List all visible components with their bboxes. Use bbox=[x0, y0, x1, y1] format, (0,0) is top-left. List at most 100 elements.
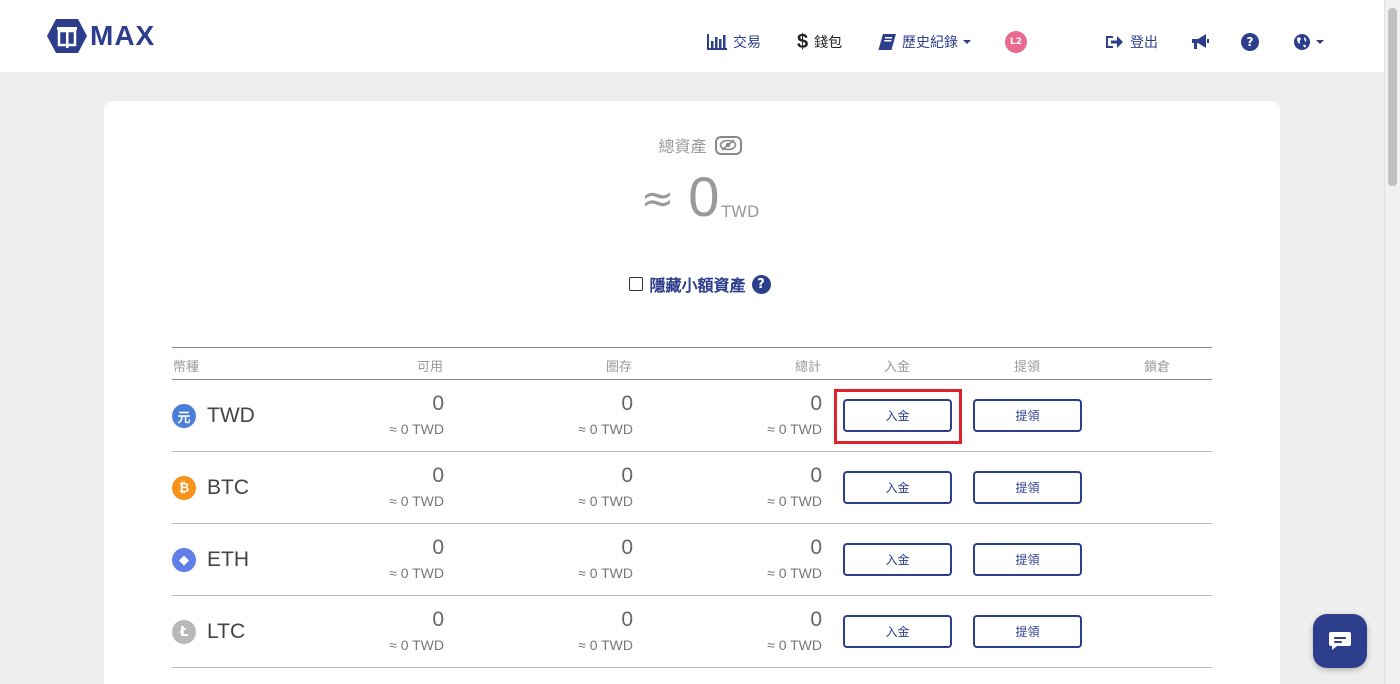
nav-wallet-label: 錢包 bbox=[814, 35, 843, 51]
coin-cell: Ł LTC bbox=[172, 620, 245, 644]
max-logo[interactable]: MAX bbox=[46, 18, 155, 54]
coin-symbol: LTC bbox=[207, 620, 246, 643]
locked-cell: 0 ≈ 0 TWD bbox=[513, 452, 633, 510]
hide-balance-toggle[interactable] bbox=[714, 135, 742, 155]
table-body: 元 TWD 0 ≈ 0 TWD 0 ≈ 0 TWD 0 ≈ 0 TWD 入金 提領 ₿ BTC 0 ≈ 0… bbox=[172, 380, 1212, 668]
available-cell: 0 ≈ 0 TWD bbox=[324, 596, 444, 654]
total-assets-header: 總資產 bbox=[0, 133, 1400, 157]
chevron-down-icon bbox=[1316, 40, 1324, 44]
twd-icon: 元 bbox=[172, 404, 196, 428]
col-lock: 鎖倉 bbox=[1144, 360, 1171, 375]
total-amount: 0 bbox=[810, 464, 822, 487]
locked-cell: 0 ≈ 0 TWD bbox=[513, 524, 633, 582]
btc-icon: ₿ bbox=[172, 476, 196, 500]
total-cell: 0 ≈ 0 TWD bbox=[702, 380, 822, 438]
coin-symbol: ETH bbox=[207, 548, 249, 571]
assets-table: 幣種 可用 圈存 總計 入金 提領 鎖倉 元 TWD 0 ≈ 0 TWD 0 ≈ 0 TW… bbox=[172, 347, 1212, 668]
coin-cell: 元 TWD bbox=[172, 404, 255, 428]
hide-small-assets-label[interactable]: 隱藏小額資產 bbox=[649, 272, 745, 296]
available-cell: 0 ≈ 0 TWD bbox=[324, 524, 444, 582]
eye-slash-icon bbox=[719, 139, 737, 151]
locked-twd: ≈ 0 TWD bbox=[578, 637, 633, 653]
bar-chart-icon bbox=[707, 34, 727, 50]
hide-small-assets-checkbox[interactable] bbox=[629, 277, 644, 291]
nav-history-label: 歷史紀錄 bbox=[902, 35, 958, 51]
nav-wallet[interactable]: $ 錢包 bbox=[797, 28, 842, 56]
coin-symbol: BTC bbox=[207, 476, 249, 499]
available-amount: 0 bbox=[432, 464, 444, 487]
col-withdraw: 提領 bbox=[1014, 360, 1041, 375]
withdraw-button[interactable]: 提領 bbox=[973, 399, 1082, 432]
nav-trade[interactable]: 交易 bbox=[707, 28, 761, 56]
nav-help[interactable]: ? bbox=[1241, 28, 1259, 56]
total-amount: 0 bbox=[810, 536, 822, 559]
nav-announcements[interactable] bbox=[1190, 28, 1210, 56]
book-icon bbox=[878, 34, 896, 50]
total-amount: 0 bbox=[810, 608, 822, 631]
eth-icon: ◆ bbox=[172, 548, 196, 572]
col-available: 可用 bbox=[417, 360, 444, 375]
chat-button[interactable] bbox=[1313, 614, 1367, 668]
available-twd: ≈ 0 TWD bbox=[389, 493, 444, 509]
top-navbar: MAX 交易 $ 錢包 歷史紀錄 L2 登出 ? bbox=[0, 0, 1384, 72]
table-row: Ł LTC 0 ≈ 0 TWD 0 ≈ 0 TWD 0 ≈ 0 TWD 入金 提領 bbox=[172, 596, 1212, 668]
table-row: ₿ BTC 0 ≈ 0 TWD 0 ≈ 0 TWD 0 ≈ 0 TWD 入金 提領 bbox=[172, 452, 1212, 524]
locked-twd: ≈ 0 TWD bbox=[578, 565, 633, 581]
locked-amount: 0 bbox=[621, 536, 633, 559]
available-twd: ≈ 0 TWD bbox=[389, 637, 444, 653]
total-amount: 0 bbox=[810, 392, 822, 415]
total-cell: 0 ≈ 0 TWD bbox=[702, 452, 822, 510]
approx-symbol: ≈ bbox=[640, 176, 675, 222]
nav-history[interactable]: 歷史紀錄 bbox=[878, 28, 971, 56]
level-badge: L2 bbox=[1005, 31, 1027, 53]
deposit-button[interactable]: 入金 bbox=[843, 471, 952, 504]
available-cell: 0 ≈ 0 TWD bbox=[324, 380, 444, 438]
locked-cell: 0 ≈ 0 TWD bbox=[513, 380, 633, 438]
logout-icon bbox=[1106, 36, 1123, 48]
available-cell: 0 ≈ 0 TWD bbox=[324, 452, 444, 510]
total-twd: ≈ 0 TWD bbox=[767, 421, 822, 437]
locked-amount: 0 bbox=[621, 464, 633, 487]
total-twd: ≈ 0 TWD bbox=[767, 493, 822, 509]
total-cell: 0 ≈ 0 TWD bbox=[702, 524, 822, 582]
logo-text: MAX bbox=[90, 20, 156, 51]
highlight-box bbox=[834, 389, 962, 444]
total-cell: 0 ≈ 0 TWD bbox=[702, 596, 822, 654]
table-row: 元 TWD 0 ≈ 0 TWD 0 ≈ 0 TWD 0 ≈ 0 TWD 入金 提領 bbox=[172, 380, 1212, 452]
total-assets-value: ≈ 0 TWD bbox=[0, 165, 1400, 229]
table-header: 幣種 可用 圈存 總計 入金 提領 鎖倉 bbox=[172, 347, 1212, 380]
scrollbar-thumb[interactable] bbox=[1388, 8, 1397, 186]
globe-icon bbox=[1294, 34, 1310, 50]
col-locked: 圈存 bbox=[606, 360, 633, 375]
nav-logout[interactable]: 登出 bbox=[1106, 28, 1158, 56]
nav-logout-label: 登出 bbox=[1130, 35, 1158, 51]
locked-amount: 0 bbox=[621, 392, 633, 415]
chat-icon bbox=[1329, 632, 1351, 650]
coin-cell: ₿ BTC bbox=[172, 476, 249, 500]
question-icon[interactable]: ? bbox=[751, 274, 771, 294]
col-deposit: 入金 bbox=[884, 360, 911, 375]
nav-trade-label: 交易 bbox=[733, 35, 761, 51]
coin-cell: ◆ ETH bbox=[172, 548, 249, 572]
help-circle-icon: ? bbox=[1241, 33, 1259, 51]
nav-level-badge[interactable]: L2 bbox=[1005, 28, 1027, 56]
nav-language[interactable] bbox=[1293, 28, 1324, 56]
total-assets-label: 總資產 bbox=[658, 137, 707, 156]
withdraw-button[interactable]: 提領 bbox=[973, 471, 1082, 504]
withdraw-button[interactable]: 提領 bbox=[973, 543, 1082, 576]
available-amount: 0 bbox=[432, 608, 444, 631]
withdraw-button[interactable]: 提領 bbox=[973, 615, 1082, 648]
locked-amount: 0 bbox=[621, 608, 633, 631]
col-currency: 幣種 bbox=[173, 360, 200, 375]
locked-cell: 0 ≈ 0 TWD bbox=[513, 596, 633, 654]
table-row: ◆ ETH 0 ≈ 0 TWD 0 ≈ 0 TWD 0 ≈ 0 TWD 入金 提領 bbox=[172, 524, 1212, 596]
deposit-button[interactable]: 入金 bbox=[843, 615, 952, 648]
page-scrollbar[interactable] bbox=[1384, 0, 1400, 684]
col-total: 總計 bbox=[795, 360, 822, 375]
ltc-icon: Ł bbox=[172, 620, 196, 644]
dollar-icon: $ bbox=[797, 30, 809, 53]
total-twd: ≈ 0 TWD bbox=[767, 565, 822, 581]
available-amount: 0 bbox=[432, 536, 444, 559]
deposit-button[interactable]: 入金 bbox=[843, 543, 952, 576]
megaphone-icon bbox=[1192, 34, 1209, 49]
